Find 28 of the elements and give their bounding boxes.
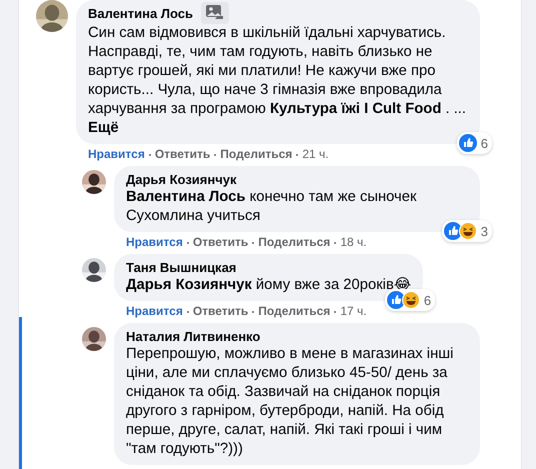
reaction-summary[interactable]: 3 xyxy=(442,220,492,242)
action-link[interactable]: Ответить xyxy=(192,234,248,250)
author-name[interactable]: Дарья Козиянчук xyxy=(126,171,236,188)
action-link[interactable]: Поделиться xyxy=(220,146,292,162)
comment-time[interactable]: 21 ч. xyxy=(302,146,329,162)
author-name[interactable]: Таня Вышницкая xyxy=(126,259,236,276)
action-link[interactable]: Поделиться xyxy=(258,303,330,319)
see-more-link[interactable]: Ещё xyxy=(88,120,119,136)
action-link[interactable]: Поделиться xyxy=(258,234,330,250)
action-link[interactable]: Нравится xyxy=(126,303,183,319)
action-link[interactable]: Нравится xyxy=(126,234,183,250)
laughing-face-icon xyxy=(458,222,477,240)
reaction-summary[interactable]: 6 xyxy=(456,132,492,154)
comment-text: Валентина Лось конечно там же сыночек Сухомлина учиться xyxy=(126,188,418,226)
reaction-summary[interactable]: 6 xyxy=(384,289,436,311)
laughing-face-icon xyxy=(402,291,420,309)
photo-comment-icon[interactable] xyxy=(200,2,229,24)
comment-text: Перепрошую, можливо в мене в магазинах інші ціни, але ми сплачуємо близько 45-50/ день за сніданок та обід. Зазвичай на сніданок порція другого з гарніром, бутерброди, напій. На обід перше, друге, салат, напій. Які такі гроші і чим "там годують"?))) xyxy=(126,345,454,459)
action-link[interactable]: Ответить xyxy=(154,146,210,162)
author-name[interactable]: Валентина Лось xyxy=(88,4,193,22)
action-link[interactable]: Ответить xyxy=(192,303,248,319)
comment-time[interactable]: 17 ч. xyxy=(340,303,367,319)
comment-time[interactable]: 18 ч. xyxy=(340,234,367,250)
like-icon xyxy=(458,134,477,152)
author-name[interactable]: Наталия Литвиненко xyxy=(126,328,260,345)
action-link[interactable]: Нравится xyxy=(88,146,145,162)
like-icon xyxy=(444,222,462,240)
like-icon xyxy=(386,291,405,309)
